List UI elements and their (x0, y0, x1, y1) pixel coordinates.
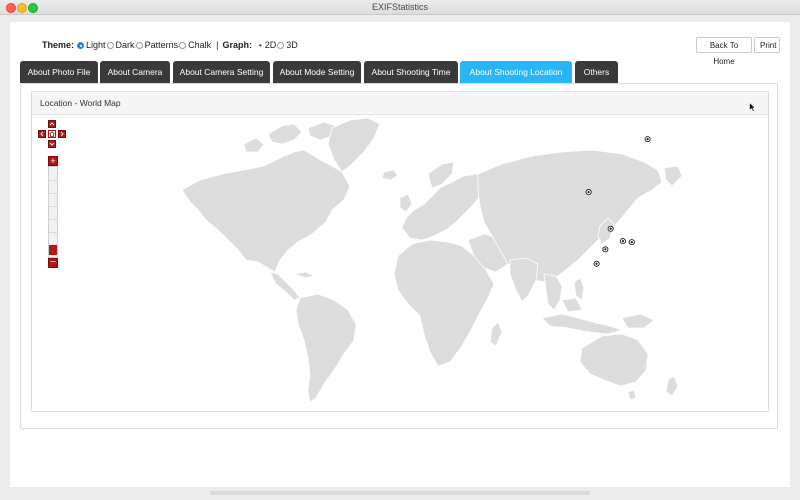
india (509, 257, 539, 303)
graph-option-label: 2D (264, 40, 277, 50)
location-marker-dot (621, 240, 625, 243)
radio-dark[interactable] (106, 41, 114, 49)
theme-option-chalk[interactable]: Chalk (179, 40, 211, 50)
theme-option-light[interactable]: Light (77, 40, 106, 50)
radio-chalk[interactable] (179, 41, 187, 49)
arctic-islands (267, 123, 303, 145)
central-america (269, 271, 301, 301)
tab-about-camera[interactable]: About Camera (100, 61, 170, 83)
zoom-tick (49, 219, 57, 220)
window-title: EXIFStatistics (371, 2, 428, 12)
zoom-tick (49, 180, 57, 181)
theme-option-label: Chalk (188, 40, 212, 50)
south-america (295, 293, 357, 403)
theme-option-dark[interactable]: Dark (106, 40, 135, 50)
reset-view-button[interactable] (48, 130, 56, 138)
iceland (381, 169, 399, 181)
mouse-cursor-icon (749, 102, 756, 112)
zoom-in-button[interactable]: + (48, 156, 58, 166)
tab-about-photo-file[interactable]: About Photo File (20, 61, 98, 83)
world-map[interactable] (32, 114, 768, 411)
back-to-home-button[interactable]: Back To Home (696, 37, 752, 66)
tab-about-mode-setting[interactable]: About Mode Setting (273, 61, 361, 83)
zoom-slider-handle[interactable] (49, 245, 57, 255)
graph-option-3d[interactable]: 3D (277, 40, 298, 50)
chevron-right-icon (60, 131, 64, 137)
radio-light[interactable] (77, 41, 85, 49)
radio-3d[interactable] (277, 41, 285, 49)
graph-option-label: 3D (286, 40, 298, 50)
zoom-tick (49, 206, 57, 207)
tab-about-shooting-location[interactable]: About Shooting Location (460, 61, 572, 83)
separator: | (216, 40, 219, 50)
zoom-tick (49, 193, 57, 194)
indonesia (541, 313, 624, 335)
pan-up-button[interactable] (48, 120, 56, 128)
theme-option-label: Light (86, 40, 106, 50)
australia (579, 333, 649, 387)
madagascar (489, 321, 503, 347)
tab-others[interactable]: Others (575, 61, 618, 83)
theme-option-patterns[interactable]: Patterns (135, 40, 179, 50)
location-marker-dot (630, 241, 633, 244)
chevron-left-icon (40, 131, 44, 137)
title-bar: EXIFStatistics (0, 0, 800, 15)
chevron-down-icon (49, 142, 55, 146)
location-marker-dot (604, 248, 607, 251)
chevron-up-icon (49, 122, 55, 126)
location-marker-dot (595, 262, 598, 265)
graph-option-2d[interactable]: • 2D (255, 40, 276, 50)
map-title: Location - World Map (40, 98, 121, 108)
location-marker-dot (609, 227, 612, 230)
theme-label: Theme: (42, 40, 75, 50)
philippines (573, 277, 585, 301)
location-marker-dot (587, 190, 590, 194)
zoom-out-button[interactable]: − (48, 258, 58, 268)
land-masses (181, 117, 683, 403)
location-marker-dot (646, 138, 649, 141)
tab-about-camera-setting[interactable]: About Camera Setting (173, 61, 270, 83)
north-america (181, 149, 351, 273)
europe (401, 173, 485, 241)
pan-left-button[interactable] (38, 130, 46, 138)
southeast-asia (543, 273, 563, 311)
radio-patterns[interactable] (135, 41, 143, 49)
zoom-slider[interactable] (48, 166, 58, 258)
theme-option-label: Patterns (144, 40, 179, 50)
new-guinea (621, 313, 655, 329)
tab-about-shooting-time[interactable]: About Shooting Time (364, 61, 458, 83)
radio-2d[interactable]: • (259, 41, 262, 50)
app-content: Theme: Light Dark Patterns Chalk | Graph… (10, 22, 790, 487)
home-icon (49, 131, 55, 137)
theme-graph-selector: Theme: Light Dark Patterns Chalk | Graph… (42, 39, 299, 51)
graph-label: Graph: (222, 40, 252, 50)
uk (399, 193, 413, 213)
zoom-tick (49, 232, 57, 233)
print-button[interactable]: Print (754, 37, 780, 53)
map-card-header: Location - World Map (32, 92, 768, 115)
greenland (327, 117, 381, 173)
pan-down-button[interactable] (48, 140, 56, 148)
new-zealand (665, 375, 679, 397)
window-bottom-edge (210, 491, 590, 495)
pan-right-button[interactable] (58, 130, 66, 138)
theme-option-label: Dark (115, 40, 135, 50)
tab-content-panel: Location - World Map + − (20, 83, 778, 429)
map-card: Location - World Map + − (31, 91, 769, 412)
